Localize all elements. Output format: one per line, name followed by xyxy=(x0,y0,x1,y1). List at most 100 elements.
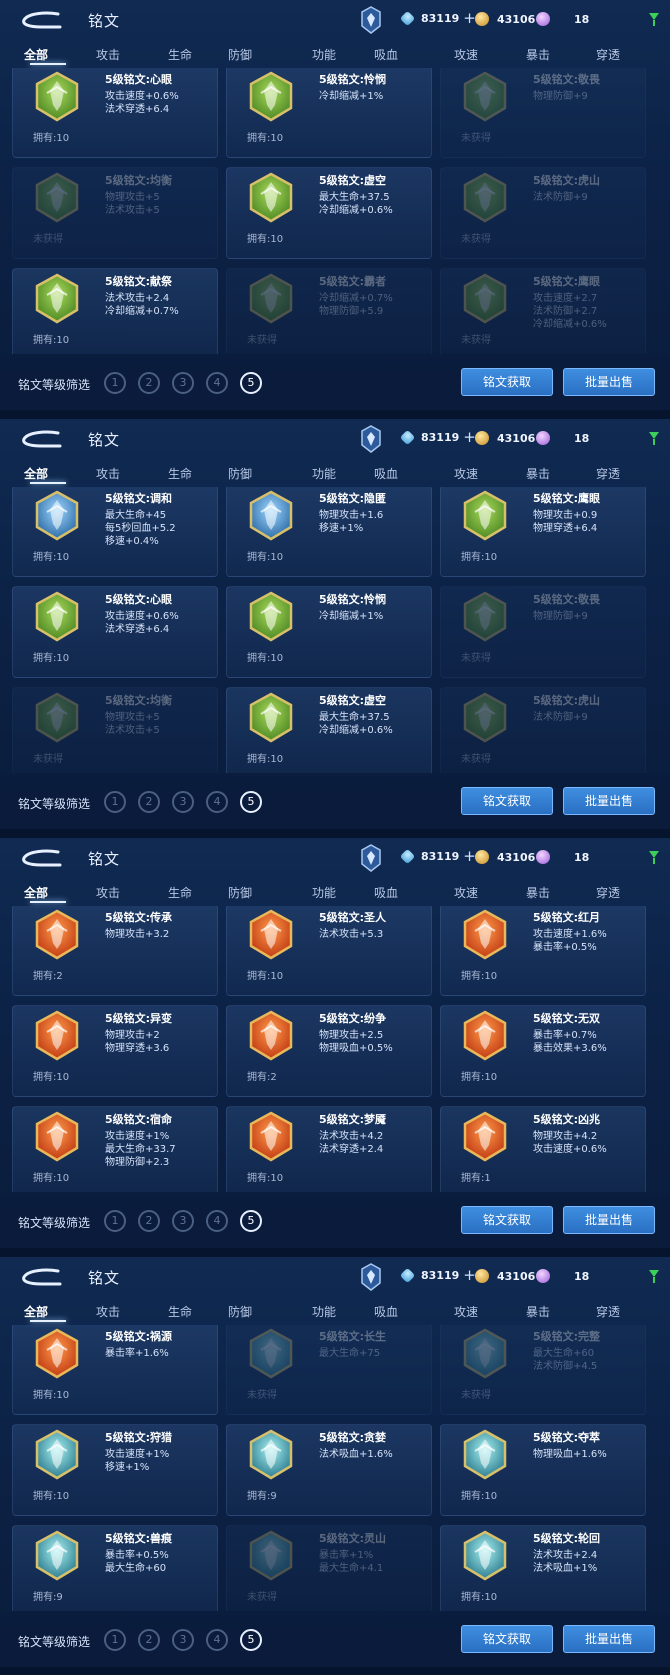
rune-card[interactable]: 5级铭文:梦魇 法术攻击+4.2 法术穿透+2.4 拥有:10 xyxy=(226,1106,432,1192)
acquire-runes-button[interactable]: 铭文获取 xyxy=(461,368,553,396)
tab-7[interactable]: 暴击 xyxy=(508,46,568,63)
level-filter-2[interactable]: 2 xyxy=(138,1629,160,1651)
rune-card[interactable]: 5级铭文:兽痕 暴击率+0.5% 最大生命+60 拥有:9 xyxy=(12,1525,218,1611)
rune-card[interactable]: 5级铭文:心眼 攻击速度+0.6% 法术穿透+6.4 拥有:10 xyxy=(12,586,218,678)
rune-card[interactable]: 5级铭文:夺萃 物理吸血+1.6% 拥有:10 xyxy=(440,1424,646,1516)
tab-1[interactable]: 攻击 xyxy=(78,1303,138,1320)
add-gems-button[interactable]: + xyxy=(463,849,476,864)
tab-0[interactable]: 全部 xyxy=(6,46,66,63)
tab-4[interactable]: 功能 xyxy=(294,1303,354,1320)
tab-5[interactable]: 吸血 xyxy=(356,1303,416,1320)
tab-2[interactable]: 生命 xyxy=(150,884,210,901)
rank-badge-icon[interactable] xyxy=(360,1263,382,1291)
rune-card[interactable]: 5级铭文:敬畏 物理防御+9 未获得 xyxy=(440,68,646,158)
bulk-sell-button[interactable]: 批量出售 xyxy=(563,1206,655,1234)
tab-7[interactable]: 暴击 xyxy=(508,1303,568,1320)
rune-card[interactable]: 5级铭文:心眼 攻击速度+0.6% 法术穿透+6.4 拥有:10 xyxy=(12,68,218,158)
tab-8[interactable]: 穿透 xyxy=(578,46,638,63)
rune-card[interactable]: 5级铭文:敬畏 物理防御+9 未获得 xyxy=(440,586,646,678)
tab-5[interactable]: 吸血 xyxy=(356,465,416,482)
level-filter-5[interactable]: 5 xyxy=(240,1210,262,1232)
rune-card[interactable]: 5级铭文:虚空 最大生命+37.5 冷却缩减+0.6% 拥有:10 xyxy=(226,687,432,773)
rune-card[interactable]: 5级铭文:均衡 物理攻击+5 法术攻击+5 未获得 xyxy=(12,687,218,773)
rune-card[interactable]: 5级铭文:轮回 法术攻击+2.4 法术吸血+1% 拥有:10 xyxy=(440,1525,646,1611)
level-filter-3[interactable]: 3 xyxy=(172,372,194,394)
rune-card[interactable]: 5级铭文:怜悯 冷却缩减+1% 拥有:10 xyxy=(226,586,432,678)
bulk-sell-button[interactable]: 批量出售 xyxy=(563,1625,655,1653)
tab-8[interactable]: 穿透 xyxy=(578,1303,638,1320)
level-filter-4[interactable]: 4 xyxy=(206,1210,228,1232)
rune-card[interactable]: 5级铭文:灵山 暴击率+1% 最大生命+4.1 未获得 xyxy=(226,1525,432,1611)
tab-6[interactable]: 攻速 xyxy=(436,1303,496,1320)
back-arrow-icon[interactable] xyxy=(18,848,64,870)
rune-card[interactable]: 5级铭文:纷争 物理攻击+2.5 物理吸血+0.5% 拥有:2 xyxy=(226,1005,432,1097)
level-filter-4[interactable]: 4 xyxy=(206,372,228,394)
level-filter-3[interactable]: 3 xyxy=(172,1210,194,1232)
rune-card[interactable]: 5级铭文:虎山 法术防御+9 未获得 xyxy=(440,167,646,259)
tab-2[interactable]: 生命 xyxy=(150,46,210,63)
add-gems-button[interactable]: + xyxy=(463,11,476,26)
tab-1[interactable]: 攻击 xyxy=(78,884,138,901)
level-filter-1[interactable]: 1 xyxy=(104,791,126,813)
tab-1[interactable]: 攻击 xyxy=(78,465,138,482)
back-arrow-icon[interactable] xyxy=(18,429,64,451)
rune-card[interactable]: 5级铭文:异变 物理攻击+2 物理穿透+3.6 拥有:10 xyxy=(12,1005,218,1097)
tab-4[interactable]: 功能 xyxy=(294,46,354,63)
tab-3[interactable]: 防御 xyxy=(210,46,270,63)
tab-5[interactable]: 吸血 xyxy=(356,46,416,63)
level-filter-3[interactable]: 3 xyxy=(172,1629,194,1651)
rune-card[interactable]: 5级铭文:圣人 法术攻击+5.3 拥有:10 xyxy=(226,906,432,996)
tab-8[interactable]: 穿透 xyxy=(578,884,638,901)
level-filter-2[interactable]: 2 xyxy=(138,372,160,394)
add-gems-button[interactable]: + xyxy=(463,430,476,445)
tab-4[interactable]: 功能 xyxy=(294,465,354,482)
tab-6[interactable]: 攻速 xyxy=(436,46,496,63)
back-arrow-icon[interactable] xyxy=(18,10,64,32)
rune-card[interactable]: 5级铭文:霸者 冷却缩减+0.7% 物理防御+5.9 未获得 xyxy=(226,268,432,354)
tab-3[interactable]: 防御 xyxy=(210,884,270,901)
rune-card[interactable]: 5级铭文:长生 最大生命+75 未获得 xyxy=(226,1325,432,1415)
acquire-runes-button[interactable]: 铭文获取 xyxy=(461,1206,553,1234)
tab-0[interactable]: 全部 xyxy=(6,465,66,482)
tab-2[interactable]: 生命 xyxy=(150,465,210,482)
tab-3[interactable]: 防御 xyxy=(210,465,270,482)
tab-0[interactable]: 全部 xyxy=(6,1303,66,1320)
rune-card[interactable]: 5级铭文:无双 暴击率+0.7% 暴击效果+3.6% 拥有:10 xyxy=(440,1005,646,1097)
level-filter-5[interactable]: 5 xyxy=(240,791,262,813)
acquire-runes-button[interactable]: 铭文获取 xyxy=(461,787,553,815)
rune-card[interactable]: 5级铭文:红月 攻击速度+1.6% 暴击率+0.5% 拥有:10 xyxy=(440,906,646,996)
rune-card[interactable]: 5级铭文:调和 最大生命+45 每5秒回血+5.2 移速+0.4% 拥有:10 xyxy=(12,487,218,577)
rune-card[interactable]: 5级铭文:鹰眼 物理攻击+0.9 物理穿透+6.4 拥有:10 xyxy=(440,487,646,577)
bulk-sell-button[interactable]: 批量出售 xyxy=(563,368,655,396)
rune-card[interactable]: 5级铭文:宿命 攻击速度+1% 最大生命+33.7 物理防御+2.3 拥有:10 xyxy=(12,1106,218,1192)
tab-1[interactable]: 攻击 xyxy=(78,46,138,63)
level-filter-3[interactable]: 3 xyxy=(172,791,194,813)
rune-card[interactable]: 5级铭文:贪婪 法术吸血+1.6% 拥有:9 xyxy=(226,1424,432,1516)
rank-badge-icon[interactable] xyxy=(360,844,382,872)
level-filter-4[interactable]: 4 xyxy=(206,791,228,813)
rune-card[interactable]: 5级铭文:完整 最大生命+60 法术防御+4.5 未获得 xyxy=(440,1325,646,1415)
tab-7[interactable]: 暴击 xyxy=(508,884,568,901)
tab-3[interactable]: 防御 xyxy=(210,1303,270,1320)
tab-0[interactable]: 全部 xyxy=(6,884,66,901)
level-filter-1[interactable]: 1 xyxy=(104,1629,126,1651)
rune-card[interactable]: 5级铭文:狩猎 攻击速度+1% 移速+1% 拥有:10 xyxy=(12,1424,218,1516)
tab-5[interactable]: 吸血 xyxy=(356,884,416,901)
bulk-sell-button[interactable]: 批量出售 xyxy=(563,787,655,815)
tab-6[interactable]: 攻速 xyxy=(436,465,496,482)
tab-8[interactable]: 穿透 xyxy=(578,465,638,482)
rune-card[interactable]: 5级铭文:鹰眼 攻击速度+2.7 法术防御+2.7 冷却缩减+0.6% 未获得 xyxy=(440,268,646,354)
level-filter-5[interactable]: 5 xyxy=(240,1629,262,1651)
tab-2[interactable]: 生命 xyxy=(150,1303,210,1320)
rune-card[interactable]: 5级铭文:凶兆 物理攻击+4.2 攻击速度+0.6% 拥有:1 xyxy=(440,1106,646,1192)
level-filter-5[interactable]: 5 xyxy=(240,372,262,394)
add-gems-button[interactable]: + xyxy=(463,1268,476,1283)
level-filter-4[interactable]: 4 xyxy=(206,1629,228,1651)
rune-card[interactable]: 5级铭文:虚空 最大生命+37.5 冷却缩减+0.6% 拥有:10 xyxy=(226,167,432,259)
level-filter-1[interactable]: 1 xyxy=(104,372,126,394)
tab-4[interactable]: 功能 xyxy=(294,884,354,901)
rune-card[interactable]: 5级铭文:献祭 法术攻击+2.4 冷却缩减+0.7% 拥有:10 xyxy=(12,268,218,354)
rune-card[interactable]: 5级铭文:虎山 法术防御+9 未获得 xyxy=(440,687,646,773)
level-filter-2[interactable]: 2 xyxy=(138,791,160,813)
rune-card[interactable]: 5级铭文:祸源 暴击率+1.6% 拥有:10 xyxy=(12,1325,218,1415)
